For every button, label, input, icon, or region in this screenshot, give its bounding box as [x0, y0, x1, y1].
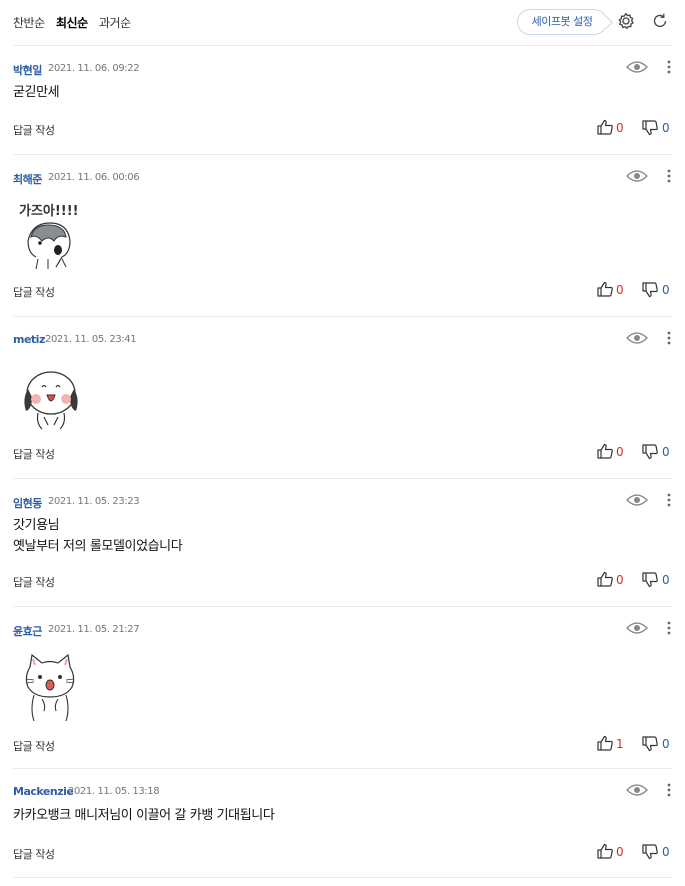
dislike-count: 0 [662, 573, 670, 587]
dislike-count: 0 [662, 845, 670, 859]
eye-icon[interactable] [626, 331, 648, 345]
sticker-text: 가즈아!!!! [19, 203, 79, 219]
reply-button[interactable]: 답글 작성 [13, 846, 55, 862]
more-options-icon[interactable] [664, 620, 674, 636]
eye-icon[interactable] [626, 60, 648, 74]
reply-button[interactable]: 답글 작성 [13, 574, 55, 590]
comment-text: 갓기용님 옛날부터 저의 롤모델이었습니다 [13, 518, 183, 554]
eye-icon[interactable] [626, 169, 648, 183]
eye-icon[interactable] [626, 621, 648, 635]
comment-date: 2021. 11. 05. 23:23 [48, 496, 140, 507]
thumbs-up-icon[interactable] [596, 280, 614, 298]
dog-gazua-sticker: 가즈아!!!! [19, 203, 79, 270]
thumbs-down-icon[interactable] [641, 571, 659, 589]
cat-surprised-sticker [25, 653, 75, 722]
eye-icon[interactable] [626, 783, 648, 797]
reply-button[interactable]: 답글 작성 [13, 122, 55, 138]
eye-icon[interactable] [626, 493, 648, 507]
gear-icon[interactable] [616, 11, 636, 31]
thumbs-down-icon[interactable] [641, 443, 659, 461]
thumbs-up-icon[interactable] [596, 442, 614, 460]
comment-author[interactable]: 임현동 [13, 495, 42, 511]
divider [13, 316, 672, 317]
thumbs-down-icon[interactable] [641, 843, 659, 861]
reply-button[interactable]: 답글 작성 [13, 738, 55, 754]
like-count: 0 [616, 445, 624, 459]
like-count: 1 [616, 737, 624, 751]
more-options-icon[interactable] [664, 168, 674, 184]
sort-tab-latest[interactable]: 최신순 [56, 14, 88, 31]
more-options-icon[interactable] [664, 59, 674, 75]
more-options-icon[interactable] [664, 492, 674, 508]
comment-author[interactable]: 윤효근 [13, 623, 42, 639]
divider [13, 478, 672, 479]
divider [13, 877, 672, 878]
dog-happy-sticker [24, 371, 78, 430]
sort-tab-popular[interactable]: 찬반순 [13, 14, 45, 31]
dislike-count: 0 [662, 121, 670, 135]
divider [13, 154, 672, 155]
thumbs-up-icon[interactable] [596, 570, 614, 588]
comment-text: 굳긷만세 [13, 85, 60, 100]
like-count: 0 [616, 121, 624, 135]
like-count: 0 [616, 573, 624, 587]
comment-date: 2021. 11. 06. 09:22 [48, 63, 140, 74]
comment-text: 카카오뱅크 매니저님이 이끌어 갈 카뱅 기대됩니다 [13, 808, 275, 823]
thumbs-down-icon[interactable] [641, 281, 659, 299]
thumbs-up-icon[interactable] [596, 842, 614, 860]
comment-date: 2021. 11. 05. 13:18 [68, 786, 160, 797]
thumbs-down-icon[interactable] [641, 735, 659, 753]
comment-date: 2021. 11. 05. 21:27 [48, 624, 140, 635]
comment-date: 2021. 11. 05. 23:41 [45, 334, 137, 345]
more-options-icon[interactable] [664, 782, 674, 798]
like-count: 0 [616, 283, 624, 297]
reply-button[interactable]: 답글 작성 [13, 284, 55, 300]
thumbs-down-icon[interactable] [641, 119, 659, 137]
thumbs-up-icon[interactable] [596, 118, 614, 136]
reply-button[interactable]: 답글 작성 [13, 446, 55, 462]
dislike-count: 0 [662, 737, 670, 751]
divider [13, 45, 672, 46]
dislike-count: 0 [662, 445, 670, 459]
comment-author[interactable]: Mackenzie [13, 785, 74, 798]
divider [13, 768, 672, 769]
safebot-settings-button[interactable]: 세이프봇 설정 [517, 9, 607, 35]
dislike-count: 0 [662, 283, 670, 297]
more-options-icon[interactable] [664, 330, 674, 346]
comment-date: 2021. 11. 06. 00:06 [48, 172, 140, 183]
thumbs-up-icon[interactable] [596, 734, 614, 752]
sort-tab-oldest[interactable]: 과거순 [99, 14, 131, 31]
like-count: 0 [616, 845, 624, 859]
comment-toolbar: 찬반순 최신순 과거순 세이프봇 설정 [0, 0, 685, 46]
comment-author[interactable]: metiz [13, 333, 45, 346]
comment-author[interactable]: 박현일 [13, 62, 42, 78]
divider [13, 606, 672, 607]
comment-author[interactable]: 최해준 [13, 171, 42, 187]
refresh-icon[interactable] [650, 11, 670, 31]
